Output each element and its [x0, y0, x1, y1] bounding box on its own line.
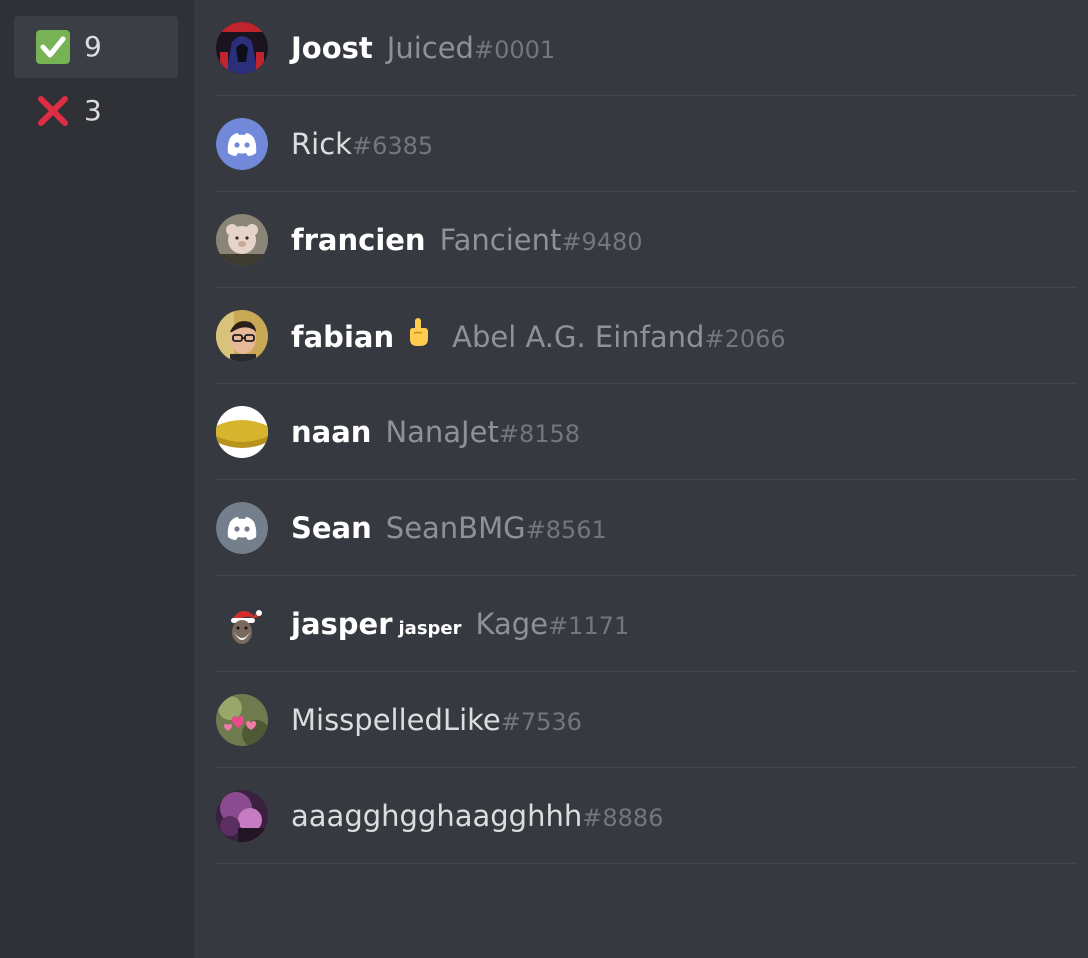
user-nickname: francien — [291, 222, 426, 257]
user-username: Rick — [291, 126, 352, 161]
user-username: Kage — [475, 606, 549, 641]
user-discriminator: #8886 — [582, 803, 664, 832]
user-discriminator: #0001 — [473, 35, 556, 64]
user-discriminator: #9480 — [561, 227, 643, 256]
user-avatar[interactable] — [216, 309, 268, 362]
check-mark-icon — [36, 30, 70, 64]
user-discriminator: #8158 — [498, 419, 581, 448]
user-username: SeanBMG — [385, 510, 526, 545]
user-nickname: fabian — [291, 320, 395, 354]
user-avatar[interactable] — [216, 693, 268, 746]
user-row[interactable]: naan NanaJet #8158 — [216, 384, 1076, 480]
user-discriminator: #8561 — [525, 515, 607, 544]
user-username: Fancient — [439, 222, 562, 257]
reactors-list: Joost Juiced #0001 Rick #6385 francien F… — [216, 0, 1076, 864]
reactions-sidebar: 9 3 — [0, 0, 194, 958]
user-username: Juiced — [386, 30, 474, 65]
user-avatar[interactable] — [216, 405, 268, 458]
user-row[interactable]: fabian Abel A.G. Einfand #2066 — [216, 288, 1076, 384]
user-username: NanaJet — [385, 414, 499, 449]
user-row[interactable]: jasper jasper Kage #1171 — [216, 576, 1076, 672]
user-avatar[interactable] — [216, 213, 268, 266]
reaction-cross-filter[interactable]: 3 — [14, 80, 178, 142]
user-row[interactable]: Rick #6385 — [216, 96, 1076, 192]
user-discriminator: #7536 — [500, 707, 582, 736]
user-username: Abel A.G. Einfand — [452, 320, 705, 354]
user-avatar[interactable] — [216, 21, 268, 74]
cross-mark-icon — [36, 94, 70, 128]
pointing-up-icon — [406, 317, 430, 351]
user-nickname: jasper — [291, 606, 393, 641]
user-avatar[interactable] — [216, 117, 268, 170]
nickname-superscript: jasper — [398, 617, 462, 639]
reaction-count: 9 — [84, 30, 102, 63]
user-row[interactable]: Joost Juiced #0001 — [216, 0, 1076, 96]
user-discriminator: #1171 — [548, 611, 630, 640]
user-row[interactable]: aaagghgghaagghhh #8886 — [216, 768, 1076, 864]
user-row[interactable]: MisspelledLike #7536 — [216, 672, 1076, 768]
user-nickname: Joost — [291, 30, 373, 65]
user-discriminator: #2066 — [704, 325, 786, 353]
reaction-count: 3 — [84, 94, 102, 127]
user-avatar[interactable] — [216, 501, 268, 554]
user-username: aaagghgghaagghhh — [291, 798, 583, 833]
user-discriminator: #6385 — [351, 131, 434, 160]
user-nickname: Sean — [291, 510, 372, 545]
user-row[interactable]: francien Fancient #9480 — [216, 192, 1076, 288]
reaction-check-filter[interactable]: 9 — [14, 16, 178, 78]
user-avatar[interactable] — [216, 789, 268, 842]
user-nickname: naan — [291, 414, 372, 449]
user-username: MisspelledLike — [291, 702, 501, 737]
user-avatar[interactable] — [216, 597, 268, 650]
user-row[interactable]: Sean SeanBMG #8561 — [216, 480, 1076, 576]
